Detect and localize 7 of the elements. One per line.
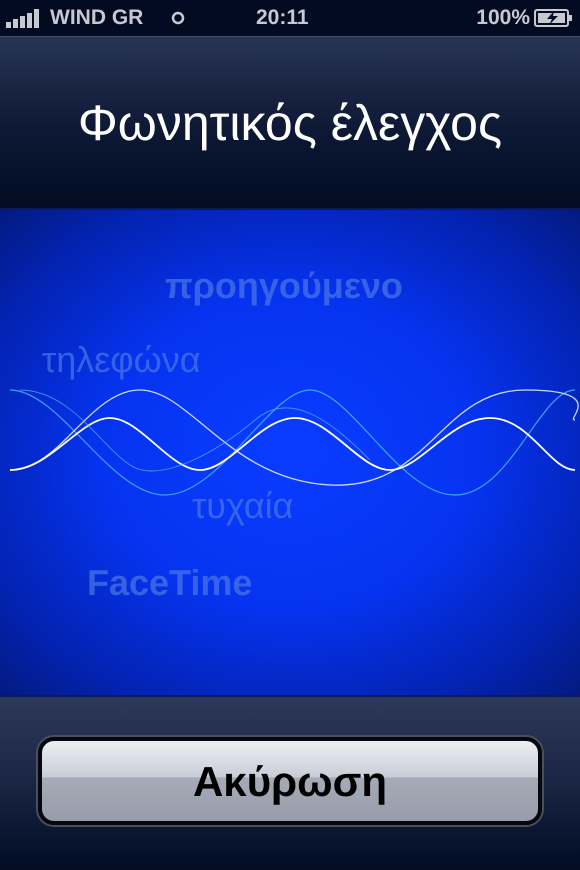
clock-time: 20:11 bbox=[256, 5, 309, 32]
battery-charging-icon bbox=[534, 8, 574, 28]
cancel-button[interactable]: Ακύρωση bbox=[38, 737, 542, 825]
activity-icon bbox=[171, 11, 186, 25]
suggestion-phrase: τηλεφώνα bbox=[42, 342, 201, 378]
carrier-name: WIND GR bbox=[50, 5, 144, 32]
battery-percentage: 100% bbox=[476, 5, 530, 32]
